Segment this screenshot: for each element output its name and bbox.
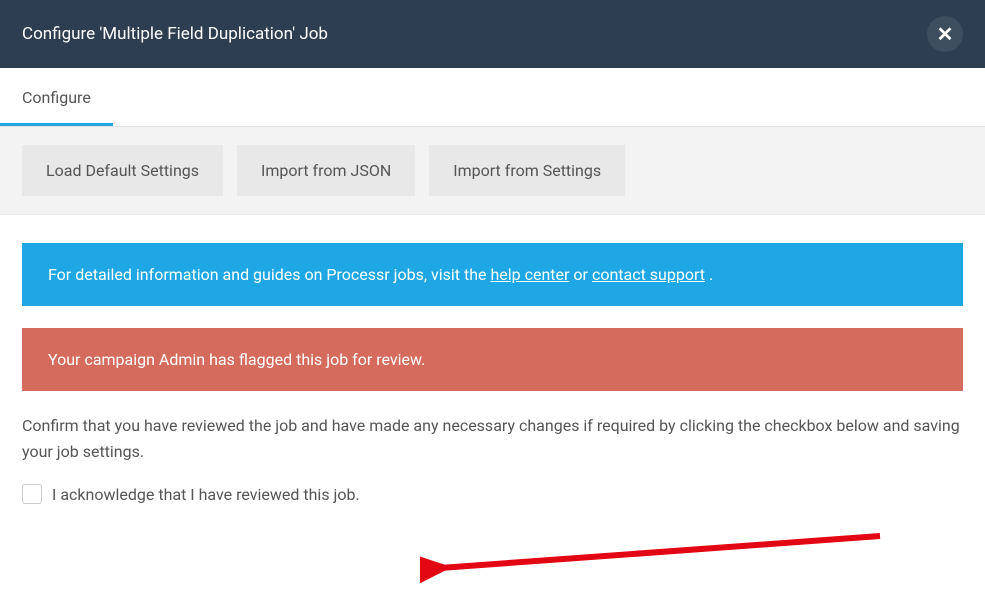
help-center-link[interactable]: help center [490,265,569,284]
content-area: For detailed information and guides on P… [0,215,985,504]
acknowledge-row: I acknowledge that I have reviewed this … [22,484,963,504]
toolbar: Load Default Settings Import from JSON I… [0,127,985,215]
tab-configure[interactable]: Configure [0,68,113,126]
tab-bar: Configure [0,68,985,127]
modal-title: Configure 'Multiple Field Duplication' J… [22,24,328,44]
load-default-settings-button[interactable]: Load Default Settings [22,145,223,196]
info-alert: For detailed information and guides on P… [22,243,963,306]
info-alert-text-suffix: . [705,265,713,284]
import-from-json-button[interactable]: Import from JSON [237,145,415,196]
contact-support-link[interactable]: contact support [592,265,705,284]
acknowledge-checkbox[interactable] [22,484,42,504]
warning-alert: Your campaign Admin has flagged this job… [22,328,963,391]
acknowledge-label[interactable]: I acknowledge that I have reviewed this … [52,485,360,504]
info-alert-text-prefix: For detailed information and guides on P… [48,265,490,284]
instruction-text: Confirm that you have reviewed the job a… [22,413,963,464]
warning-alert-text: Your campaign Admin has flagged this job… [48,350,425,369]
close-icon: ✕ [937,22,954,47]
modal-header: Configure 'Multiple Field Duplication' J… [0,0,985,68]
annotation-arrow-icon [420,528,890,588]
close-button[interactable]: ✕ [927,16,963,52]
info-alert-text-mid: or [569,265,591,284]
import-from-settings-button[interactable]: Import from Settings [429,145,625,196]
